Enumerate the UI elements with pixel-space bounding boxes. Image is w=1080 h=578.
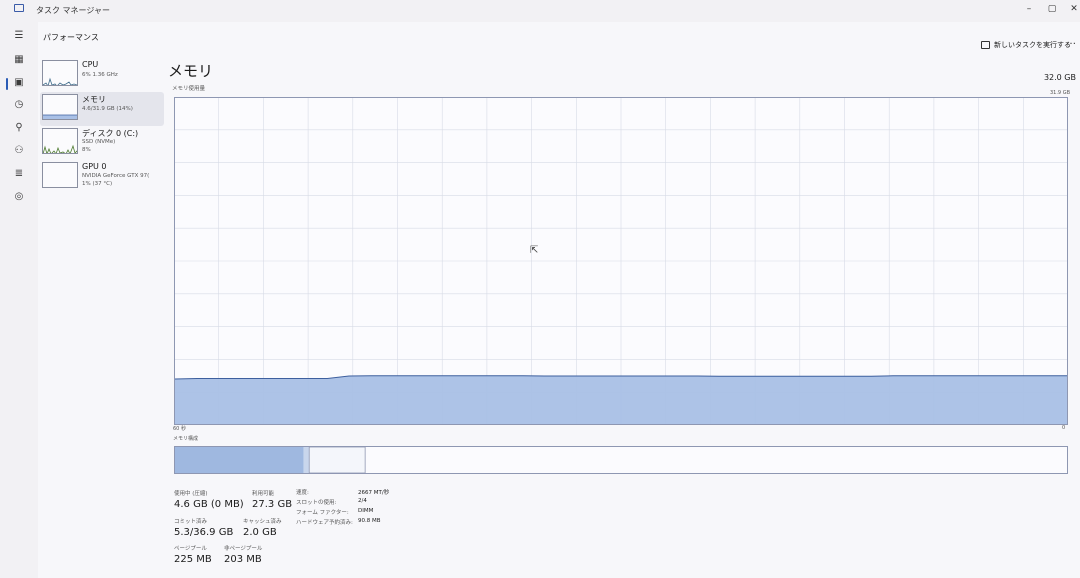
gpu-sub-model: NVIDIA GeForce GTX 97( bbox=[82, 173, 150, 179]
disk-name: ディスク 0 (C:) bbox=[82, 129, 139, 138]
in-use-value: 4.6 GB (0 MB) bbox=[174, 499, 244, 510]
close-button[interactable]: ✕ bbox=[1066, 4, 1080, 14]
disk-sub-type: SSD (NVMe) bbox=[82, 139, 116, 145]
hamburger-menu-icon[interactable]: ☰ bbox=[10, 28, 28, 44]
task-manager-icon bbox=[14, 4, 24, 12]
slots-label: スロットの使用: bbox=[296, 500, 337, 506]
more-options-icon[interactable]: … bbox=[1066, 36, 1076, 47]
startup-apps-icon[interactable]: ⚲ bbox=[10, 120, 28, 136]
memory-usage-label: メモリ使用量 bbox=[172, 86, 206, 92]
cpu-thumbnail-graph bbox=[43, 77, 77, 85]
nav-active-indicator bbox=[6, 78, 8, 90]
memory-name: メモリ bbox=[82, 95, 106, 104]
title-bar: タスク マネージャー – ▢ ✕ bbox=[0, 0, 1080, 22]
available-value: 27.3 GB bbox=[252, 499, 293, 510]
chart-axis-right: 0 bbox=[1062, 425, 1066, 431]
chart-axis-left: 60 秒 bbox=[173, 426, 186, 432]
available-label: 利用可能 bbox=[252, 491, 275, 497]
sidebar-item-memory[interactable]: メモリ 4.6/31.9 GB (14%) bbox=[40, 92, 164, 126]
memory-thumbnail-graph bbox=[43, 114, 77, 119]
run-task-icon bbox=[981, 41, 990, 49]
cpu-sub: 6% 1.36 GHz bbox=[82, 72, 118, 78]
slots-value: 2/4 bbox=[358, 498, 367, 504]
gpu-sub-usage: 1% (37 °C) bbox=[82, 181, 113, 187]
device-list: CPU 6% 1.36 GHz メモリ 4.6/31.9 GB (14%) ディ… bbox=[38, 54, 166, 578]
memory-thumbnail bbox=[42, 94, 78, 120]
mouse-cursor-icon: ⇱ bbox=[530, 245, 539, 256]
nonpaged-pool-label: 非ページプール bbox=[224, 546, 263, 552]
nav-rail: ☰ ▦ ▣ ◷ ⚲ ⚇ ≣ ◎ ⚙ bbox=[0, 22, 38, 578]
disk-sub-usage: 8% bbox=[82, 147, 91, 153]
composition-modified[interactable] bbox=[303, 447, 310, 473]
in-use-label: 使用中 (圧縮) bbox=[174, 491, 208, 497]
hardware-reserved-value: 90.8 MB bbox=[358, 518, 381, 524]
disk-thumbnail bbox=[42, 128, 78, 154]
memory-total: 32.0 GB bbox=[1043, 73, 1076, 82]
cached-value: 2.0 GB bbox=[243, 527, 277, 538]
minimize-button[interactable]: – bbox=[1021, 4, 1037, 14]
services-icon[interactable]: ◎ bbox=[10, 189, 28, 205]
sidebar-item-cpu[interactable]: CPU 6% 1.36 GHz bbox=[40, 58, 164, 92]
performance-icon[interactable]: ▣ bbox=[10, 75, 28, 91]
maximize-button[interactable]: ▢ bbox=[1044, 4, 1060, 14]
form-factor-value: DIMM bbox=[358, 508, 374, 514]
composition-standby[interactable] bbox=[308, 446, 366, 474]
composition-in-use[interactable] bbox=[175, 447, 304, 473]
memory-usage-area bbox=[175, 375, 1067, 424]
processes-icon[interactable]: ▦ bbox=[10, 52, 28, 68]
memory-sub: 4.6/31.9 GB (14%) bbox=[82, 106, 133, 112]
cpu-thumbnail bbox=[42, 60, 78, 86]
memory-composition-label: メモリ構成 bbox=[173, 436, 199, 442]
sidebar-item-disk[interactable]: ディスク 0 (C:) SSD (NVMe) 8% bbox=[40, 126, 164, 160]
hardware-reserved-label: ハードウェア予約済み: bbox=[296, 520, 353, 526]
committed-value: 5.3/36.9 GB bbox=[174, 527, 234, 538]
memory-composition-bar bbox=[174, 446, 1068, 474]
chart-max-label: 31.9 GB bbox=[1049, 90, 1070, 96]
users-icon[interactable]: ⚇ bbox=[10, 143, 28, 159]
page-title: メモリ bbox=[168, 62, 214, 80]
speed-label: 速度: bbox=[296, 490, 309, 496]
paged-pool-label: ページプール bbox=[174, 546, 207, 552]
sidebar-item-gpu[interactable]: GPU 0 NVIDIA GeForce GTX 97( 1% (37 °C) bbox=[40, 160, 164, 194]
details-icon[interactable]: ≣ bbox=[10, 166, 28, 182]
section-header: パフォーマンス 新しいタスクを実行する … bbox=[38, 22, 1080, 52]
speed-value: 2667 MT/秒 bbox=[358, 490, 390, 496]
run-task-label: 新しいタスクを実行する bbox=[994, 41, 1071, 49]
section-title: パフォーマンス bbox=[43, 33, 99, 42]
committed-label: コミット済み bbox=[174, 519, 208, 525]
disk-thumbnail-graph bbox=[43, 144, 77, 153]
paged-pool-value: 225 MB bbox=[174, 554, 212, 565]
nonpaged-pool-value: 203 MB bbox=[224, 554, 262, 565]
cpu-name: CPU bbox=[82, 60, 99, 69]
form-factor-label: フォーム ファクター: bbox=[296, 510, 349, 516]
app-history-icon[interactable]: ◷ bbox=[10, 97, 28, 113]
memory-usage-chart bbox=[174, 97, 1068, 425]
gpu-thumbnail bbox=[42, 162, 78, 188]
window-title: タスク マネージャー bbox=[36, 6, 110, 15]
gpu-name: GPU 0 bbox=[82, 162, 107, 171]
run-new-task-button[interactable]: 新しいタスクを実行する bbox=[981, 40, 1071, 50]
cached-label: キャッシュ済み bbox=[243, 519, 282, 525]
content-area: パフォーマンス 新しいタスクを実行する … CPU 6% 1.36 GHz メモ… bbox=[38, 22, 1080, 578]
